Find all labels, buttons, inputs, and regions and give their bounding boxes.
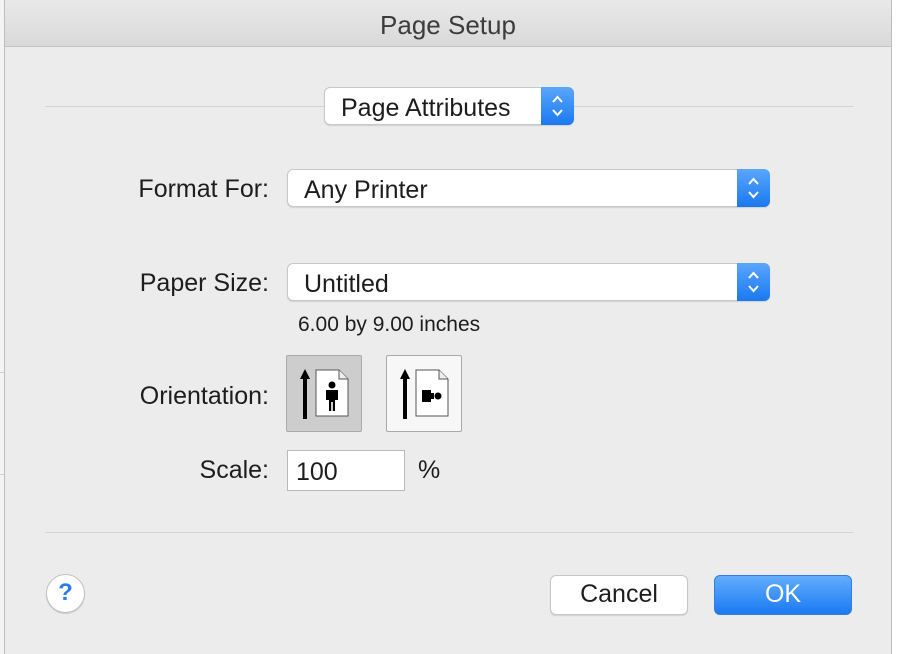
paper-size-value: Untitled — [304, 270, 389, 298]
portrait-icon — [300, 369, 349, 419]
paper-dimensions: 6.00 by 9.00 inches — [298, 313, 481, 336]
settings-popup[interactable]: Page Attributes — [324, 87, 574, 125]
format-for-popup[interactable]: Any Printer — [287, 169, 770, 207]
help-button[interactable]: ? — [46, 574, 85, 613]
popup-stepper-icon — [737, 169, 770, 207]
cancel-button[interactable]: Cancel — [550, 575, 688, 615]
window-title: Page Setup — [380, 10, 516, 40]
landscape-orientation-button[interactable] — [386, 355, 462, 432]
page-setup-sheet: Page Setup Page Attributes Format For: A… — [4, 0, 892, 654]
help-icon: ? — [58, 579, 73, 606]
separator-left — [45, 106, 324, 107]
title-bar: Page Setup — [5, 0, 891, 47]
paper-size-popup[interactable]: Untitled — [287, 263, 770, 301]
bottom-separator — [45, 532, 853, 533]
portrait-orientation-button[interactable] — [286, 355, 362, 432]
format-for-value: Any Printer — [304, 176, 428, 204]
settings-popup-value: Page Attributes — [341, 94, 511, 122]
popup-stepper-icon — [737, 263, 770, 301]
orientation-label: Orientation: — [139, 382, 269, 410]
scale-label: Scale: — [199, 456, 269, 484]
scale-input[interactable] — [287, 450, 405, 491]
ok-button[interactable]: OK — [714, 575, 852, 615]
paper-size-label: Paper Size: — [139, 269, 269, 297]
format-for-label: Format For: — [138, 175, 269, 203]
landscape-icon — [400, 369, 449, 419]
scale-unit: % — [418, 456, 441, 484]
popup-stepper-icon — [541, 87, 574, 125]
separator-right — [573, 106, 853, 107]
